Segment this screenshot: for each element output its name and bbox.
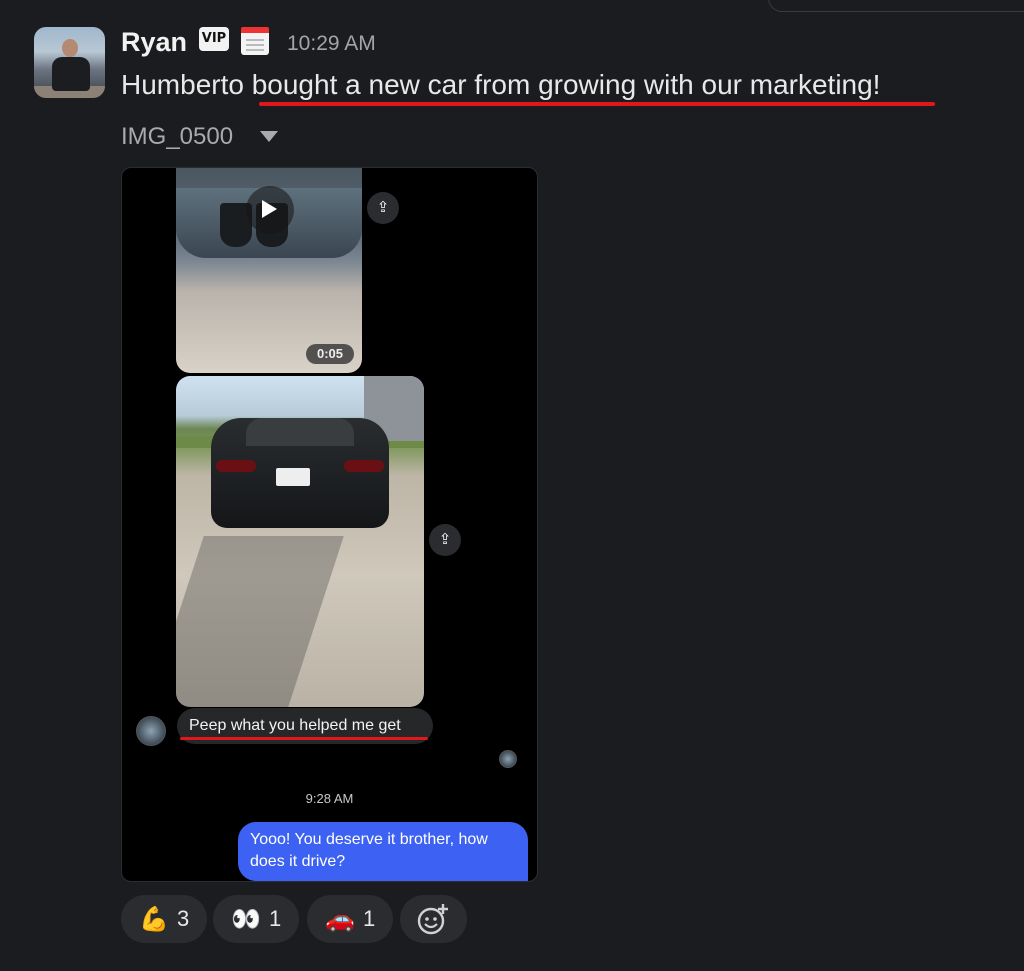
outgoing-message: Yooo! You deserve it brother, how does i… (238, 822, 528, 881)
message-text-lead: Humberto (121, 69, 252, 100)
sender-name[interactable]: Ryan (121, 27, 187, 58)
sender-avatar[interactable] (34, 27, 105, 98)
image-attachment[interactable]: 0:05 ⇪ ⇪ Peep what you helped me get 9:2… (121, 167, 538, 882)
chevron-down-icon[interactable] (260, 131, 278, 142)
share-icon[interactable]: ⇪ (367, 192, 399, 224)
video-duration: 0:05 (306, 344, 354, 364)
share-icon[interactable]: ⇪ (429, 524, 461, 556)
car-photo[interactable] (176, 376, 424, 707)
reaction-eyes[interactable]: 👀 1 (213, 895, 299, 943)
video-thumbnail[interactable]: 0:05 (176, 168, 362, 373)
reaction-flexed-biceps[interactable]: 💪 3 (121, 895, 207, 943)
eyes-icon: 👀 (231, 905, 261, 933)
contact-avatar (136, 716, 166, 746)
reaction-count: 1 (269, 906, 282, 931)
message-timestamp[interactable]: 10:29 AM (287, 32, 376, 56)
top-border-curve (768, 0, 1024, 12)
incoming-underline (180, 737, 428, 740)
attachment-name[interactable]: IMG_0500 (121, 123, 233, 151)
car-icon: 🚗 (325, 905, 355, 933)
vip-badge: VIP (199, 27, 229, 51)
add-reaction-button[interactable] (400, 895, 467, 943)
highlight-underline (259, 102, 935, 106)
message-text: Humberto bought a new car from growing w… (121, 69, 880, 101)
reaction-car[interactable]: 🚗 1 (307, 895, 393, 943)
reaction-count: 1 (363, 906, 376, 931)
message-text-highlight: bought a new car from growing with our m… (251, 69, 881, 100)
add-emoji-icon (417, 904, 448, 935)
play-triangle (262, 200, 277, 218)
chat-timestamp: 9:28 AM (305, 791, 354, 806)
calendar-icon (241, 27, 269, 55)
read-receipt-avatar (499, 750, 517, 768)
reaction-count: 3 (177, 906, 190, 931)
flexed-biceps-icon: 💪 (139, 905, 169, 933)
